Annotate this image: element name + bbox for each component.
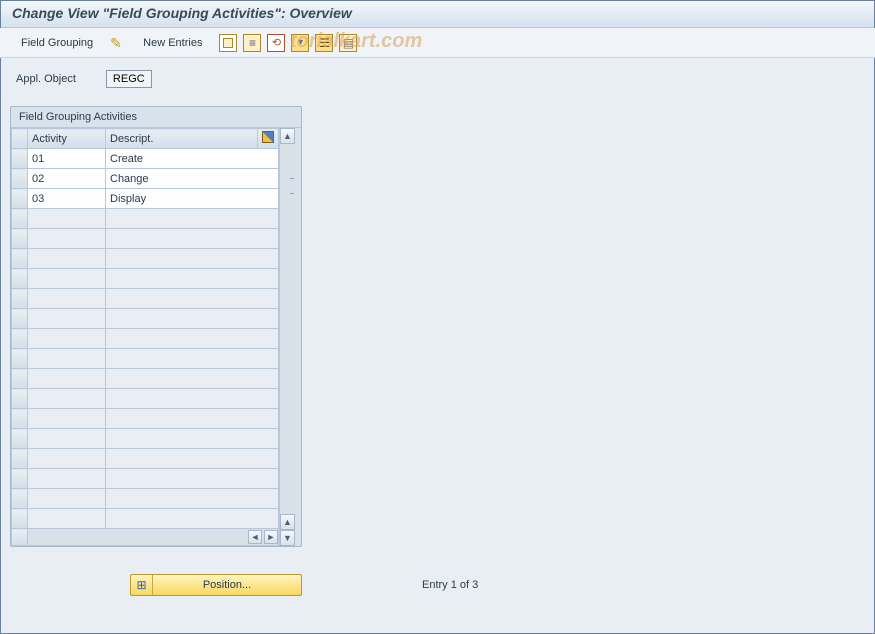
column-description[interactable]: Descript. xyxy=(106,129,258,149)
table-settings-button[interactable] xyxy=(258,129,279,149)
field-grouping-panel: Field Grouping Activities Activity Descr… xyxy=(10,106,302,547)
table-row-empty[interactable] xyxy=(12,269,279,289)
cell-description[interactable]: Create xyxy=(106,149,279,169)
table-row-empty[interactable] xyxy=(12,309,279,329)
table-row-empty[interactable] xyxy=(12,329,279,349)
horizontal-scrollbar[interactable]: ◄ ► xyxy=(28,529,278,545)
row-selector[interactable] xyxy=(12,189,28,209)
appl-object-input[interactable] xyxy=(106,70,152,88)
table-row-empty[interactable] xyxy=(12,469,279,489)
table-row-empty[interactable] xyxy=(12,209,279,229)
content-area: Appl. Object Field Grouping Activities A… xyxy=(0,58,875,559)
position-label: Position... xyxy=(153,579,301,591)
appl-object-row: Appl. Object xyxy=(10,70,865,88)
table-row-empty[interactable] xyxy=(12,249,279,269)
table-row-empty[interactable] xyxy=(12,349,279,369)
new-entries-button[interactable]: New Entries xyxy=(132,33,213,53)
scrollbar-track[interactable] xyxy=(280,144,295,530)
page-title: Change View "Field Grouping Activities":… xyxy=(12,5,863,21)
table-row-empty[interactable] xyxy=(12,369,279,389)
table-row[interactable]: 02 Change xyxy=(12,169,279,189)
table-row-empty[interactable] xyxy=(12,289,279,309)
table-row-empty[interactable] xyxy=(12,409,279,429)
cell-activity[interactable]: 02 xyxy=(28,169,106,189)
scroll-down2-icon[interactable]: ▼ xyxy=(280,530,295,546)
column-activity[interactable]: Activity xyxy=(28,129,106,149)
table-row-empty[interactable] xyxy=(12,449,279,469)
entry-counter: Entry 1 of 3 xyxy=(422,579,478,591)
table-row-empty[interactable] xyxy=(12,229,279,249)
save-icon[interactable] xyxy=(291,34,309,52)
cell-description[interactable]: Change xyxy=(106,169,279,189)
vertical-scrollbar[interactable]: ▲ ▲ ▼ xyxy=(279,128,295,546)
delete-icon[interactable] xyxy=(267,34,285,52)
appl-object-label: Appl. Object xyxy=(16,73,76,85)
table-row-empty[interactable] xyxy=(12,389,279,409)
scroll-left-icon[interactable]: ◄ xyxy=(248,530,262,544)
scrollbar-grip-icon xyxy=(290,178,294,194)
scroll-right-icon[interactable]: ► xyxy=(264,530,278,544)
scroll-down-icon[interactable]: ▲ xyxy=(280,514,295,530)
position-icon: ⊞ xyxy=(131,575,153,595)
select-all-icon[interactable] xyxy=(243,34,261,52)
change-icon[interactable]: ✎ xyxy=(110,35,126,51)
table-row-empty[interactable] xyxy=(12,429,279,449)
position-button[interactable]: ⊞ Position... xyxy=(130,574,302,596)
cell-activity[interactable]: 03 xyxy=(28,189,106,209)
row-selector-header[interactable] xyxy=(12,129,28,149)
activities-table: Activity Descript. 01 Create 02 Change xyxy=(11,128,279,546)
table-row-empty[interactable] xyxy=(12,489,279,509)
row-selector[interactable] xyxy=(12,169,28,189)
cell-description[interactable]: Display xyxy=(106,189,279,209)
table-row[interactable]: 03 Display xyxy=(12,189,279,209)
copy-icon[interactable] xyxy=(219,34,237,52)
select-block-icon[interactable] xyxy=(315,34,333,52)
toolbar: Field Grouping ✎ New Entries torialkart.… xyxy=(0,28,875,58)
title-bar: Change View "Field Grouping Activities":… xyxy=(0,0,875,28)
row-selector[interactable] xyxy=(12,149,28,169)
table-row-empty[interactable] xyxy=(12,509,279,529)
field-grouping-button[interactable]: Field Grouping xyxy=(10,33,104,53)
table-settings-icon xyxy=(262,131,274,143)
scroll-up-icon[interactable]: ▲ xyxy=(280,128,295,144)
panel-title: Field Grouping Activities xyxy=(11,107,301,128)
table-row[interactable]: 01 Create xyxy=(12,149,279,169)
footer: ⊞ Position... Entry 1 of 3 xyxy=(130,574,478,596)
cell-activity[interactable]: 01 xyxy=(28,149,106,169)
bc-set-icon[interactable] xyxy=(339,34,357,52)
